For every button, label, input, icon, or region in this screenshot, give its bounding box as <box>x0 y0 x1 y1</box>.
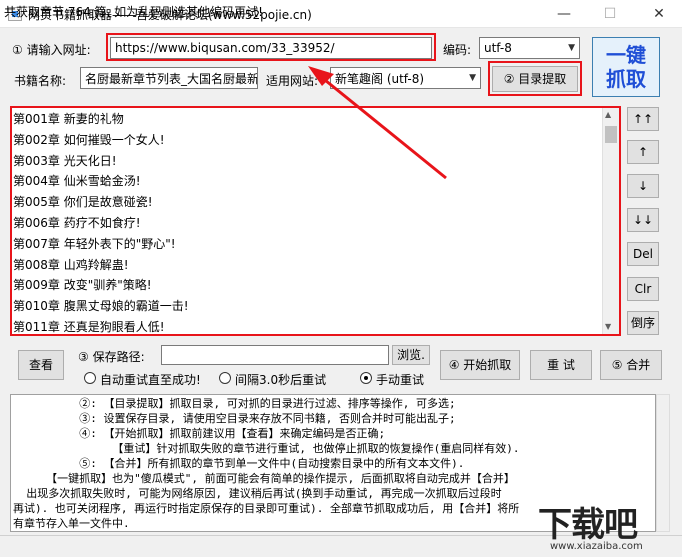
interval-retry-label: 间隔3.0秒后重试 <box>235 373 327 387</box>
view-button[interactable]: 查看 <box>18 350 64 380</box>
log-line: ⑤: 【合并】所有抓取的章节到单一文件中(自动搜索目录中的所有文本文件). <box>13 457 465 470</box>
save-path-input[interactable] <box>161 345 389 365</box>
status-text: 共获取章节 764 篇, 如为乱码则选其他编码再试! <box>4 5 263 19</box>
watermark-sub-text: www.xiazaiba.com <box>550 541 643 552</box>
annotation-arrow-line <box>319 74 447 180</box>
log-line: ③: 设置保存目录, 请使用空目录来存放不同书籍, 否则合并时可能出乱子; <box>13 412 456 425</box>
log-line: ④: 【开始抓取】抓取前建议用【查看】来确定编码是否正确; <box>13 427 386 440</box>
log-line: 【一键抓取】也为"傻瓜模式", 前面可能会有简单的操作提示, 后面抓取将自动完成… <box>13 472 515 485</box>
manual-retry-radio[interactable] <box>360 372 372 384</box>
save-path-label: ③ 保存路径: <box>78 350 145 364</box>
log-line: 【重试】针对抓取失败的章节进行重试, 也做停止抓取的恢复操作(重启同样有效). <box>13 442 520 455</box>
merge-button[interactable]: ⑤ 合并 <box>600 350 662 380</box>
auto-retry-radio[interactable] <box>84 372 96 384</box>
log-line: ②: 【目录提取】抓取目录, 可对抓的目录进行过滤、排序等操作, 可多选; <box>13 397 456 410</box>
auto-retry-label: 自动重试直至成功! <box>100 373 201 387</box>
watermark-logo: 下载吧 www.xiazaiba.com <box>538 497 678 555</box>
browse-button[interactable]: 浏览. <box>392 345 430 365</box>
interval-retry-radio[interactable] <box>219 372 231 384</box>
manual-retry-label: 手动重试 <box>376 373 425 387</box>
watermark-main-text: 下载吧 <box>538 505 638 545</box>
start-fetch-button[interactable]: ④ 开始抓取 <box>440 350 520 380</box>
retry-button[interactable]: 重 试 <box>530 350 592 380</box>
